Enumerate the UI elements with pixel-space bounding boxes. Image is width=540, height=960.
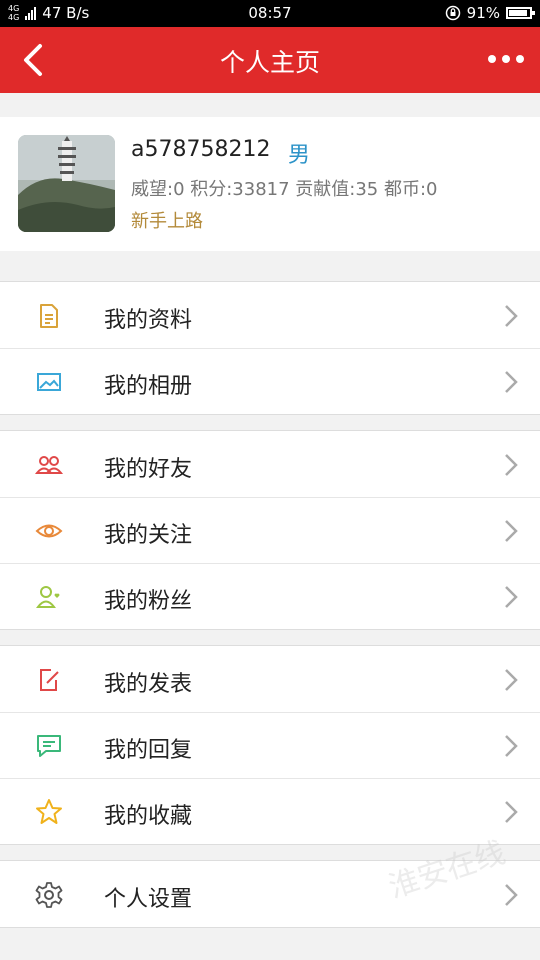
clock: 08:57	[248, 4, 292, 22]
menu-item-my-friends[interactable]: 我的好友	[0, 431, 540, 497]
menu-item-label: 我的关注	[104, 523, 193, 548]
menu-group-profile: 我的资料 我的相册	[0, 281, 540, 415]
menu-group-social: 我的好友 我的关注 我的粉丝	[0, 430, 540, 630]
menu-item-my-favorites[interactable]: 我的收藏	[0, 778, 540, 844]
username: a578758212	[131, 137, 271, 162]
gear-icon	[35, 882, 63, 908]
menu-item-my-fans[interactable]: 我的粉丝	[0, 563, 540, 629]
menu-item-label: 个人设置	[104, 887, 193, 912]
profile-card[interactable]: a578758212 男 威望:0 积分:33817 贡献值:35 都币:0 新…	[0, 117, 540, 251]
image-icon	[37, 373, 61, 391]
menu-item-my-following[interactable]: 我的关注	[0, 497, 540, 563]
chevron-right-icon	[505, 735, 518, 757]
comment-icon	[37, 735, 61, 757]
eye-icon	[35, 524, 63, 538]
document-icon	[40, 304, 58, 328]
chevron-right-icon	[505, 884, 518, 906]
app-header: 个人主页	[0, 27, 540, 93]
menu-item-my-posts[interactable]: 我的发表	[0, 646, 540, 712]
friends-icon	[35, 456, 63, 474]
page-title: 个人主页	[219, 48, 320, 77]
chevron-right-icon	[505, 454, 518, 476]
menu-item-my-replies[interactable]: 我的回复	[0, 712, 540, 778]
menu-item-my-album[interactable]: 我的相册	[0, 348, 540, 414]
menu-item-label: 我的资料	[104, 308, 193, 333]
chevron-right-icon	[505, 586, 518, 608]
fans-icon	[36, 586, 60, 608]
avatar[interactable]	[18, 135, 115, 232]
more-icon[interactable]	[486, 49, 526, 69]
battery-icon	[506, 7, 535, 19]
menu-item-label: 我的发表	[104, 672, 193, 697]
menu-item-label: 我的回复	[104, 738, 193, 763]
status-bar: 4G 4G 47 B/s 08:57 91%	[0, 0, 540, 27]
gender-label: 男	[288, 143, 311, 168]
chevron-right-icon	[505, 520, 518, 542]
chevron-right-icon	[505, 305, 518, 327]
menu-item-label: 我的相册	[104, 374, 193, 399]
menu-item-my-profile[interactable]: 我的资料	[0, 282, 540, 348]
chevron-right-icon	[505, 801, 518, 823]
menu-item-label: 我的好友	[104, 457, 193, 482]
edit-icon	[40, 669, 59, 691]
star-icon	[36, 799, 62, 824]
rotation-lock-icon	[445, 5, 460, 21]
user-stats: 威望:0 积分:33817 贡献值:35 都币:0	[131, 179, 438, 200]
user-level: 新手上路	[131, 211, 203, 232]
chevron-right-icon	[505, 371, 518, 393]
chevron-right-icon	[505, 669, 518, 691]
battery-percent: 91%	[466, 4, 500, 22]
menu-group-posts: 我的发表 我的回复 我的收藏	[0, 645, 540, 845]
menu-item-label: 我的粉丝	[104, 589, 193, 614]
menu-item-label: 我的收藏	[104, 804, 193, 829]
